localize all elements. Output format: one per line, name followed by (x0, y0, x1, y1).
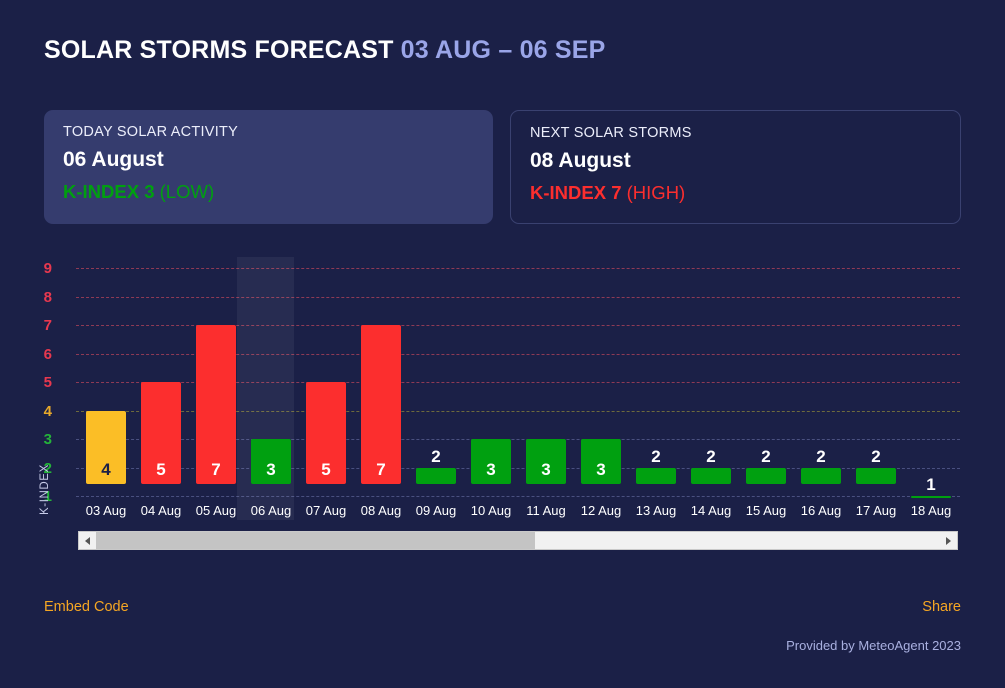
bar-value-09-aug: 2 (431, 446, 441, 466)
bar-value-07-aug: 5 (321, 460, 331, 479)
xaxis-label-06-aug: 06 Aug (250, 503, 292, 518)
xaxis-label-07-aug: 07 Aug (305, 503, 347, 518)
xaxis-label-05-aug: 05 Aug (195, 503, 237, 518)
xaxis-label-16-aug: 16 Aug (800, 503, 842, 518)
xaxis-label-10-aug: 10 Aug (470, 503, 512, 518)
scroll-right-button[interactable] (940, 532, 957, 549)
bar-value-12-aug: 3 (596, 460, 606, 479)
bar-value-18-aug: 1 (926, 475, 936, 494)
bar-value-10-aug: 3 (486, 460, 496, 479)
bar-value-11-aug: 3 (541, 460, 551, 479)
share-link[interactable]: Share (922, 599, 961, 615)
bar-18-aug[interactable] (911, 496, 951, 498)
chart-horizontal-scrollbar[interactable] (78, 531, 958, 550)
scrollbar-thumb[interactable] (96, 532, 535, 549)
xaxis-label-04-aug: 04 Aug (140, 503, 182, 518)
bar-value-05-aug: 7 (211, 460, 221, 479)
embed-code-link[interactable]: Embed Code (44, 599, 129, 615)
bar-value-14-aug: 2 (706, 446, 716, 466)
kindex-bar-chart: 9 8 7 6 5 4 3 2 1 4 03 Aug 5 04 Aug 7 05 Aug 3 06 Aug 5 07… (0, 0, 1005, 688)
xaxis-label-14-aug: 14 Aug (690, 503, 732, 518)
xaxis-label-09-aug: 09 Aug (415, 503, 457, 518)
xaxis-label-08-aug: 08 Aug (360, 503, 402, 518)
xaxis-label-11-aug: 11 Aug (526, 503, 566, 518)
bar-09-aug[interactable] (416, 467, 456, 484)
bar-value-03-aug: 4 (101, 460, 111, 479)
bar-value-04-aug: 5 (156, 460, 166, 479)
xaxis-label-03-aug: 03 Aug (85, 503, 127, 518)
bar-17-aug[interactable] (856, 467, 896, 484)
bar-14-aug[interactable] (691, 467, 731, 484)
chart-plot-area[interactable]: 9 8 7 6 5 4 3 2 1 4 03 Aug 5 04 Aug 7 05 Aug 3 06 Aug 5 07… (0, 0, 1005, 688)
chevron-left-icon (85, 536, 90, 545)
bar-value-17-aug: 2 (871, 446, 881, 466)
bar-13-aug[interactable] (636, 467, 676, 484)
bar-value-13-aug: 2 (651, 446, 661, 466)
bar-16-aug[interactable] (801, 467, 841, 484)
bar-value-06-aug: 3 (266, 460, 276, 479)
chevron-right-icon (946, 536, 951, 545)
bar-value-15-aug: 2 (761, 446, 771, 466)
xaxis-label-15-aug: 15 Aug (745, 503, 787, 518)
bar-value-08-aug: 7 (376, 460, 386, 479)
xaxis-label-12-aug: 12 Aug (580, 503, 622, 518)
xaxis-label-13-aug: 13 Aug (635, 503, 677, 518)
provided-by-text: Provided by MeteoAgent 2023 (786, 638, 961, 653)
xaxis-label-17-aug: 17 Aug (855, 503, 897, 518)
xaxis-label-18-aug: 18 Aug (910, 503, 952, 518)
yaxis-title: K-INDEX (39, 464, 51, 515)
bar-value-16-aug: 2 (816, 446, 826, 466)
bars-clip-region: 4 03 Aug 5 04 Aug 7 05 Aug 3 06 Aug 5 07 Aug 7 08 A… (0, 0, 960, 530)
bar-15-aug[interactable] (746, 467, 786, 484)
scrollbar-track[interactable] (96, 532, 940, 549)
scroll-left-button[interactable] (79, 532, 96, 549)
